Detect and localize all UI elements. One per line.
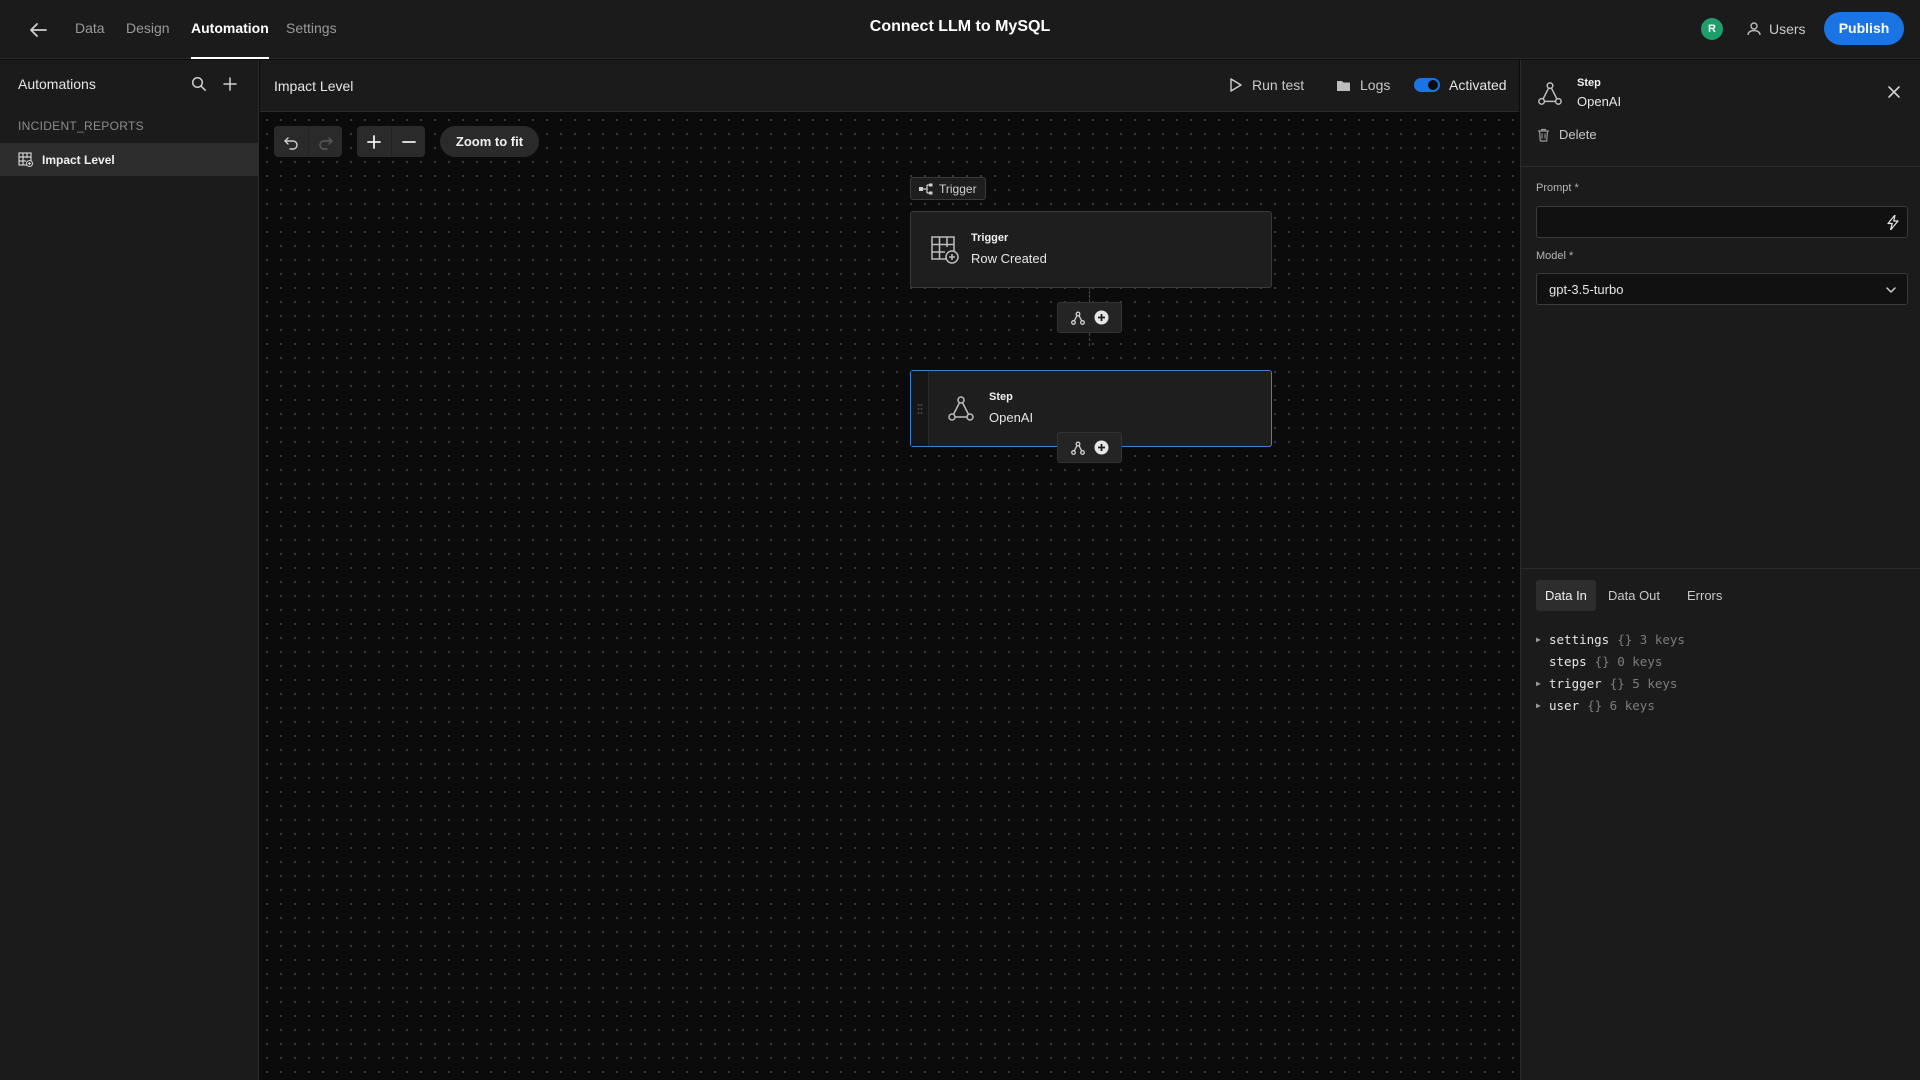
model-select[interactable]: gpt-3.5-turbo bbox=[1536, 273, 1908, 305]
tree-key: steps bbox=[1549, 654, 1587, 669]
tree-meta: {} 0 keys bbox=[1594, 654, 1663, 669]
step-insert-pill bbox=[1057, 432, 1122, 463]
expand-arrow-icon[interactable]: ▶ bbox=[1536, 679, 1549, 688]
node-label: Row Created bbox=[971, 251, 1047, 266]
redo-button[interactable] bbox=[308, 126, 342, 157]
tab-data-out[interactable]: Data Out bbox=[1599, 580, 1669, 611]
tree-node-user[interactable]: ▶ user {} 6 keys bbox=[1536, 698, 1655, 713]
tab-data-in[interactable]: Data In bbox=[1536, 580, 1596, 611]
table-add-icon bbox=[931, 236, 959, 264]
undo-button[interactable] bbox=[274, 126, 308, 157]
automation-canvas[interactable]: Zoom to fit Trigger Trigger Row Created … bbox=[260, 113, 1519, 1080]
tab-design[interactable]: Design bbox=[126, 0, 170, 59]
add-step-icon[interactable] bbox=[1094, 310, 1109, 325]
add-step-icon[interactable] bbox=[1094, 440, 1109, 455]
prompt-label: Prompt * bbox=[1536, 182, 1579, 194]
chevron-down-icon bbox=[1885, 284, 1897, 296]
back-arrow-icon[interactable] bbox=[26, 18, 50, 42]
run-test-label: Run test bbox=[1252, 77, 1305, 93]
node-kicker: Trigger bbox=[971, 232, 1009, 244]
step-config-panel: Step OpenAI Delete Prompt * Model * gpt-… bbox=[1520, 60, 1920, 1080]
lightning-icon[interactable] bbox=[1887, 215, 1899, 230]
node-kicker: Step bbox=[989, 391, 1013, 403]
delete-step-button[interactable]: Delete bbox=[1537, 127, 1597, 142]
sidebar-title: Automations bbox=[18, 76, 96, 92]
close-icon[interactable] bbox=[1887, 85, 1901, 99]
avatar[interactable]: R bbox=[1701, 18, 1723, 40]
tab-data[interactable]: Data bbox=[75, 0, 105, 59]
user-icon bbox=[1746, 21, 1762, 37]
redo-icon bbox=[318, 136, 333, 150]
branch-icon[interactable] bbox=[1070, 311, 1085, 325]
openai-icon bbox=[947, 395, 975, 423]
zoom-controls bbox=[357, 126, 425, 157]
zoom-out-button[interactable] bbox=[391, 126, 425, 157]
model-value: gpt-3.5-turbo bbox=[1549, 282, 1624, 297]
divider bbox=[1521, 568, 1920, 569]
step-insert-pill bbox=[1057, 302, 1122, 333]
plus-icon bbox=[367, 134, 381, 149]
top-bar: Data Design Automation Settings Connect … bbox=[0, 0, 1920, 59]
trigger-flow-icon bbox=[919, 183, 933, 195]
trash-icon bbox=[1537, 128, 1550, 142]
panel-step-name: OpenAI bbox=[1577, 94, 1622, 109]
trigger-node[interactable]: Trigger Row Created bbox=[910, 211, 1272, 288]
expand-arrow-icon[interactable]: ▶ bbox=[1536, 635, 1549, 644]
users-label: Users bbox=[1769, 21, 1806, 37]
divider bbox=[1521, 166, 1920, 167]
node-label: OpenAI bbox=[989, 410, 1034, 425]
flow-connector bbox=[1089, 287, 1090, 302]
openai-icon bbox=[1537, 81, 1563, 107]
history-controls bbox=[274, 126, 342, 157]
delete-label: Delete bbox=[1559, 127, 1597, 142]
users-button[interactable]: Users bbox=[1746, 18, 1806, 40]
prompt-input[interactable] bbox=[1536, 206, 1908, 238]
automation-title: Impact Level bbox=[274, 78, 354, 94]
tree-key: user bbox=[1549, 698, 1580, 713]
table-add-icon bbox=[18, 152, 33, 167]
sidebar-section-heading: INCIDENT_REPORTS bbox=[18, 119, 144, 133]
automations-sidebar: Automations INCIDENT_REPORTS Impact Leve… bbox=[0, 60, 259, 1080]
zoom-to-fit-button[interactable]: Zoom to fit bbox=[440, 126, 539, 157]
publish-button[interactable]: Publish bbox=[1824, 12, 1904, 45]
model-label: Model * bbox=[1536, 250, 1574, 262]
branch-icon[interactable] bbox=[1070, 441, 1085, 455]
play-icon bbox=[1230, 78, 1242, 92]
flow-connector bbox=[1089, 333, 1090, 346]
tree-key: settings bbox=[1549, 632, 1610, 647]
sidebar-item-label: Impact Level bbox=[42, 152, 115, 167]
tab-automation[interactable]: Automation bbox=[191, 0, 269, 59]
tree-key: trigger bbox=[1549, 676, 1602, 691]
tab-errors[interactable]: Errors bbox=[1678, 580, 1731, 611]
add-automation-icon[interactable] bbox=[222, 76, 238, 92]
canvas-header: Impact Level Run test Logs Activated bbox=[260, 60, 1519, 112]
run-test-button[interactable]: Run test bbox=[1230, 77, 1304, 93]
activated-label: Activated bbox=[1449, 77, 1507, 93]
drag-handle-icon[interactable] bbox=[911, 371, 929, 446]
undo-icon bbox=[284, 136, 298, 150]
zoom-in-button[interactable] bbox=[357, 126, 391, 157]
folder-icon bbox=[1336, 79, 1351, 92]
tree-meta: {} 5 keys bbox=[1609, 676, 1678, 691]
logs-button[interactable]: Logs bbox=[1336, 77, 1390, 93]
minus-icon bbox=[401, 140, 416, 143]
toggle-switch[interactable] bbox=[1414, 78, 1440, 92]
activated-toggle[interactable]: Activated bbox=[1414, 77, 1507, 93]
tree-meta: {} 6 keys bbox=[1587, 698, 1655, 713]
panel-kicker: Step bbox=[1577, 77, 1601, 89]
tree-node-settings[interactable]: ▶ settings {} 3 keys bbox=[1536, 632, 1685, 647]
expand-arrow-icon[interactable]: ▶ bbox=[1536, 701, 1549, 710]
sidebar-item-impact-level[interactable]: Impact Level bbox=[0, 143, 258, 176]
trigger-tag: Trigger bbox=[910, 177, 986, 200]
tree-node-trigger[interactable]: ▶ trigger {} 5 keys bbox=[1536, 676, 1677, 691]
search-icon[interactable] bbox=[191, 76, 207, 92]
tab-settings[interactable]: Settings bbox=[286, 0, 337, 59]
tree-node-steps[interactable]: steps {} 0 keys bbox=[1536, 654, 1662, 669]
trigger-tag-label: Trigger bbox=[939, 181, 977, 196]
tree-meta: {} 3 keys bbox=[1617, 632, 1685, 647]
logs-label: Logs bbox=[1360, 77, 1391, 93]
